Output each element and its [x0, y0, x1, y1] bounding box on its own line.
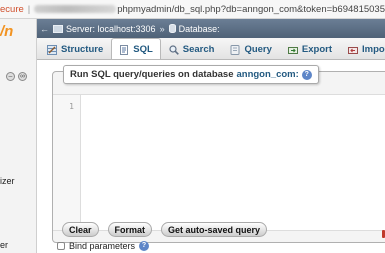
- back-arrow-icon[interactable]: ←: [40, 24, 49, 34]
- tab-import[interactable]: Import: [340, 39, 385, 59]
- url-path: phpmyadmin/db_sql.php?db=anngon_com&toke…: [117, 3, 385, 15]
- tab-structure-label: Structure: [61, 44, 104, 55]
- url-separator: |: [27, 3, 31, 15]
- export-icon: [287, 45, 298, 55]
- database-label: Database:: [178, 23, 220, 34]
- bind-parameters-row: Bind parameters ?: [57, 241, 150, 251]
- sql-query-legend: Run SQL query/queries on database anngon…: [63, 65, 319, 84]
- structure-icon: [47, 44, 57, 55]
- breadcrumb-database[interactable]: Database:: [168, 23, 220, 34]
- top-menu-tabs: Structure SQL Search Query Export Import: [37, 38, 385, 60]
- tab-sql-label: SQL: [133, 44, 153, 55]
- nav-text-fragment-2: er: [0, 240, 9, 250]
- query-icon: [230, 44, 240, 55]
- get-auto-saved-query-button[interactable]: Get auto-saved query: [161, 222, 268, 237]
- sql-icon: [119, 44, 129, 55]
- server-icon: [53, 24, 63, 33]
- breadcrumb-server[interactable]: Server: localhost:3306: [53, 24, 156, 34]
- tab-export[interactable]: Export: [280, 39, 340, 59]
- tab-structure[interactable]: Structure: [39, 39, 111, 59]
- bind-parameters-checkbox[interactable]: [57, 242, 65, 250]
- tab-sql[interactable]: SQL: [111, 38, 161, 59]
- blurred-host: [34, 5, 117, 13]
- database-icon: [168, 24, 176, 33]
- tab-import-label: Import: [362, 44, 385, 55]
- breadcrumb: ← Server: localhost:3306 » Database:: [37, 19, 385, 38]
- tab-query[interactable]: Query: [222, 39, 279, 59]
- tab-query-label: Query: [244, 44, 272, 55]
- legend-prefix: Run SQL query/queries on database: [70, 69, 234, 80]
- sql-button-row: Clear Format Get auto-saved query: [62, 222, 268, 237]
- sql-query-editor[interactable]: 1: [53, 94, 385, 231]
- server-label: Server: localhost:3306: [66, 23, 156, 34]
- tab-search-label: Search: [182, 44, 215, 55]
- bind-parameters-label: Bind parameters: [69, 241, 136, 251]
- clear-button[interactable]: Clear: [62, 222, 99, 237]
- tab-search[interactable]: Search: [161, 39, 223, 59]
- link-icon[interactable]: ∞: [18, 72, 27, 81]
- collapse-icon[interactable]: –: [6, 72, 15, 81]
- secure-label: ecure: [0, 3, 24, 15]
- main-content: Run SQL query/queries on database anngon…: [37, 60, 385, 253]
- browser-address-bar[interactable]: ecure | phpmyadmin/db_sql.php?db=anngon_…: [0, 0, 385, 19]
- editor-gutter: 1: [53, 95, 81, 230]
- tab-export-label: Export: [301, 44, 333, 55]
- sql-query-fieldset: Run SQL query/queries on database anngon…: [52, 65, 385, 243]
- legend-database-name: anngon_com:: [236, 69, 299, 80]
- line-number: 1: [69, 102, 74, 111]
- breadcrumb-separator-icon: »: [159, 23, 165, 34]
- help-icon[interactable]: ?: [301, 69, 312, 80]
- nav-icon-row: – ∞: [6, 72, 27, 81]
- format-button[interactable]: Format: [107, 222, 153, 237]
- import-icon: [348, 45, 359, 55]
- navigation-panel: /n – ∞ izer er: [0, 19, 37, 253]
- bind-parameters-help-icon[interactable]: ?: [139, 241, 150, 251]
- search-icon: [169, 44, 179, 55]
- phpmyadmin-logo: /n: [0, 23, 14, 40]
- nav-text-fragment: izer: [0, 176, 15, 186]
